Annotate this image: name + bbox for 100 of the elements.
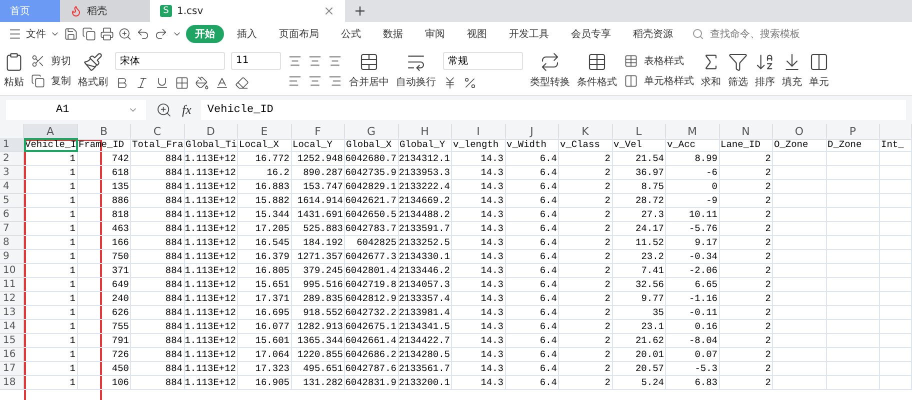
type-convert-button[interactable]: 类型转换 [530,75,570,89]
ribbon-tab[interactable]: 开发工具 [500,25,558,43]
row-header[interactable]: 7 [0,222,24,236]
merge-center-button[interactable]: 合并居中 [349,75,389,89]
table-cell: 884 [131,236,184,250]
ribbon-tab[interactable]: 会员专享 [562,25,620,43]
column-header[interactable]: E [238,124,292,140]
table-cell: 6.4 [506,278,559,292]
ribbon-tab[interactable]: 视图 [458,25,496,43]
fill-button[interactable]: 填充 [782,75,802,89]
table-cell: 2 [559,362,612,376]
table-cell: 463 [78,222,131,236]
row-header[interactable]: 10 [0,264,24,278]
ribbon-tab[interactable]: 稻壳资源 [624,25,682,43]
file-menu[interactable]: 文件 [26,27,46,41]
table-cell: v_Vel [612,138,666,152]
sum-button[interactable]: 求和 [701,75,721,89]
document-tab[interactable]: S 1.csv [150,0,345,22]
table-cell: 1.113E+12 [184,348,238,362]
table-cell: 1.113E+12 [184,194,238,208]
column-header[interactable]: C [131,124,184,140]
table-cell: 6.4 [506,292,559,306]
row-header[interactable]: 5 [0,194,24,208]
table-cell: 6.4 [506,180,559,194]
ribbon-tab[interactable]: 公式 [332,25,370,43]
table-cell: 23.2 [612,250,666,264]
column-header[interactable]: O [773,124,826,140]
row-header[interactable]: 6 [0,208,24,222]
row-header[interactable]: 2 [0,152,24,166]
column-header[interactable]: P [826,124,880,140]
sort-button[interactable]: 排序 [755,75,775,89]
row-header[interactable]: 16 [0,348,24,362]
formula-input[interactable]: Vehicle_ID [201,100,906,120]
row-header[interactable]: 4 [0,180,24,194]
ribbon-tab[interactable]: 页面布局 [270,25,328,43]
column-header[interactable]: I [452,124,506,140]
table-cell: 884 [131,376,184,390]
number-format-dropdown[interactable]: 常规 [443,52,523,70]
font-size-dropdown[interactable]: 11 [231,52,281,70]
table-cell: 16.772 [238,152,292,166]
column-header[interactable]: M [666,124,720,140]
table-cell: 2 [559,292,612,306]
table-cell: 6042783.7 [345,222,398,236]
column-header[interactable]: D [184,124,238,140]
row-header[interactable]: 18 [0,376,24,390]
wrap-text-button[interactable]: 自动换行 [396,75,436,89]
cells-button[interactable]: 单元 [809,75,829,89]
table-cell: 1.113E+12 [184,180,238,194]
row-header[interactable]: 8 [0,236,24,250]
column-header[interactable]: B [78,124,131,140]
table-cell: 2134330.1 [398,250,452,264]
format-painter-button[interactable]: 格式刷 [78,75,108,89]
table-cell: 6042732.2 [345,306,398,320]
command-search-field[interactable]: 查找命令、搜索模板 [708,28,828,40]
row-header[interactable]: 17 [0,362,24,376]
column-header[interactable]: J [506,124,559,140]
table-cell: 289.835 [292,292,345,306]
table-cell: 884 [131,194,184,208]
table-cell: 2 [559,334,612,348]
table-cell: 2 [559,180,612,194]
row-header[interactable]: 13 [0,306,24,320]
column-header[interactable]: G [345,124,398,140]
cell-style-button[interactable]: 单元格样式 [644,74,694,88]
cut-button[interactable]: 剪切 [51,54,71,68]
app-tab[interactable]: 稻壳 [60,0,150,22]
table-cell: 918.552 [292,306,345,320]
table-cell: 2 [559,320,612,334]
row-header[interactable]: 11 [0,278,24,292]
table-cell: 6042686.2 [345,348,398,362]
table-cell: 8.75 [612,180,666,194]
column-header[interactable]: N [720,124,773,140]
table-cell: 2 [720,222,773,236]
table-cell: -9 [666,194,720,208]
column-header[interactable]: L [612,124,666,140]
filter-button[interactable]: 筛选 [728,75,748,89]
table-cell: 7.41 [612,264,666,278]
ribbon-tab[interactable]: 审阅 [416,25,454,43]
ribbon-tab[interactable]: 插入 [228,25,266,43]
paste-button[interactable]: 粘贴 [4,75,24,89]
table-cell: 2133953.3 [398,166,452,180]
conditional-format-button[interactable]: 条件格式 [577,75,617,89]
column-header[interactable]: H [398,124,452,140]
table-cell: 6.4 [506,348,559,362]
row-header[interactable]: 1 [0,138,24,152]
table-cell: 11.52 [612,236,666,250]
row-header[interactable]: 15 [0,334,24,348]
table-cell: 750 [78,250,131,264]
row-header[interactable]: 14 [0,320,24,334]
font-name-dropdown[interactable]: 宋体 [115,52,225,70]
copy-button[interactable]: 复制 [51,74,71,88]
table-cell: 6.4 [506,264,559,278]
row-header[interactable]: 12 [0,292,24,306]
row-header[interactable]: 9 [0,250,24,264]
table-style-button[interactable]: 表格样式 [644,54,684,68]
column-header[interactable]: K [559,124,612,140]
column-header[interactable]: F [292,124,345,140]
table-cell: 2 [559,306,612,320]
row-header[interactable]: 3 [0,166,24,180]
name-box[interactable]: A1 [6,100,146,120]
ribbon-tab[interactable]: 数据 [374,25,412,43]
